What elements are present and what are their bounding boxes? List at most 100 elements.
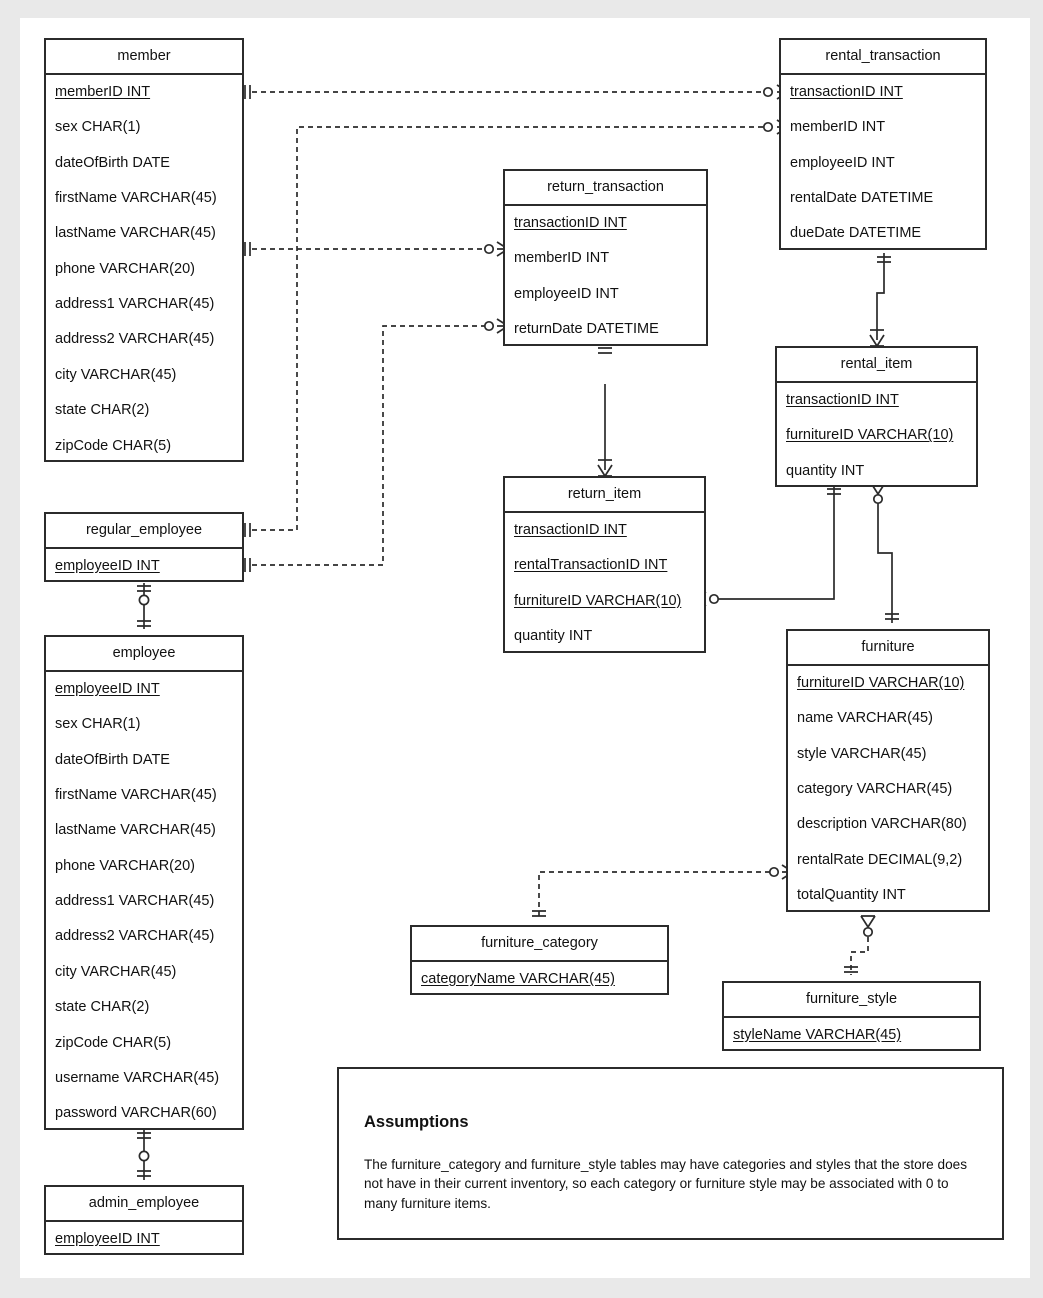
attribute-label: styleName VARCHAR(45) [733,1026,902,1043]
attribute-label: rentalRate DECIMAL(9,2) [797,851,963,868]
attribute-row: firstName VARCHAR(45) [46,778,242,813]
attribute-row: dateOfBirth DATE [46,743,242,778]
entity-title-furniture_category: furniture_category [412,927,667,962]
entity-admin_employee[interactable]: admin_employee employeeID INT [44,1185,244,1256]
attribute-label: zipCode CHAR(5) [55,437,172,454]
attribute-label: category VARCHAR(45) [797,780,953,797]
attribute-row: state CHAR(2) [46,991,242,1026]
attribute-row: furnitureID VARCHAR(10) [505,584,704,619]
attribute-row: address1 VARCHAR(45) [46,287,242,322]
entity-member[interactable]: member memberID INT sex CHAR(1) dateOfBirth… [44,38,244,463]
attribute-row: furnitureID VARCHAR(10) [788,666,988,701]
entity-title-furniture_style: furniture_style [724,983,979,1018]
attribute-label: phone VARCHAR(20) [55,260,195,277]
attribute-row: employeeID INT [781,146,985,181]
attribute-label: categoryName VARCHAR(45) [421,970,615,987]
attribute-row: zipCode CHAR(5) [46,1026,242,1061]
entity-regular_employee[interactable]: regular_employee employeeID INT [44,512,244,584]
attribute-label: state CHAR(2) [55,999,150,1016]
attribute-row: employeeID INT [46,549,242,584]
attribute-label: memberID INT [514,250,610,267]
entity-title-furniture: furniture [788,631,988,666]
entity-furniture_category[interactable]: furniture_category categoryName VARCHAR(4… [410,925,669,996]
assumptions-box: Assumptions The furniture_category and f… [337,1067,1004,1240]
attribute-row: returnDate DATETIME [505,312,706,347]
entity-furniture[interactable]: furniture furnitureID VARCHAR(10) name VAR… [786,629,990,912]
attribute-label: employeeID INT [55,1230,160,1247]
attribute-row: address2 VARCHAR(45) [46,920,242,955]
entity-title-regular_employee: regular_employee [46,514,242,549]
attribute-label: employeeID INT [55,557,160,574]
attribute-label: name VARCHAR(45) [797,710,933,727]
entity-furniture_style[interactable]: furniture_style styleName VARCHAR(45) [722,981,981,1053]
attribute-label: furnitureID VARCHAR(10) [514,592,682,609]
assumptions-body: The furniture_category and furniture_sty… [364,1157,967,1211]
attribute-row: totalQuantity INT [788,878,988,913]
attribute-label: address2 VARCHAR(45) [55,928,215,945]
attribute-row: state CHAR(2) [46,394,242,429]
attribute-label: sex CHAR(1) [55,716,141,733]
attribute-row: category VARCHAR(45) [788,772,988,807]
attribute-label: lastName VARCHAR(45) [55,822,216,839]
diagram-page: member memberID INT sex CHAR(1) dateOfBirth… [0,0,1043,1298]
attribute-row: firstName VARCHAR(45) [46,181,242,216]
attribute-label: address1 VARCHAR(45) [55,296,215,313]
entity-title-rental_transaction: rental_transaction [781,40,985,75]
entity-rental_transaction[interactable]: rental_transaction transactionID INT membe… [779,38,987,250]
attribute-row: lastName VARCHAR(45) [46,217,242,252]
attribute-label: state CHAR(2) [55,402,150,419]
attribute-row: employeeID INT [46,672,242,707]
attribute-row: style VARCHAR(45) [788,737,988,772]
attribute-label: firstName VARCHAR(45) [55,189,217,206]
attribute-row: password VARCHAR(60) [46,1097,242,1132]
attribute-label: furnitureID VARCHAR(10) [786,427,954,444]
attribute-label: description VARCHAR(80) [797,816,967,833]
attribute-label: zipCode CHAR(5) [55,1034,172,1051]
attribute-label: address1 VARCHAR(45) [55,893,215,910]
entity-title-member: member [46,40,242,75]
attribute-row: rentalRate DECIMAL(9,2) [788,843,988,878]
attribute-row: transactionID INT [505,206,706,241]
entity-return_item[interactable]: return_item transactionID INT rentalTransa… [503,476,706,653]
attribute-row: city VARCHAR(45) [46,358,242,393]
entity-title-employee: employee [46,637,242,672]
attribute-label: sex CHAR(1) [55,119,141,136]
attribute-row: quantity INT [777,454,976,489]
entity-title-return_item: return_item [505,478,704,513]
attribute-row: sex CHAR(1) [46,707,242,742]
attribute-label: rentalDate DATETIME [790,189,934,206]
attribute-row: memberID INT [505,241,706,276]
attribute-label: city VARCHAR(45) [55,963,177,980]
attribute-label: dateOfBirth DATE [55,154,170,171]
attribute-label: furnitureID VARCHAR(10) [797,674,965,691]
attribute-label: style VARCHAR(45) [797,745,927,762]
attribute-label: employeeID INT [790,154,895,171]
attribute-row: description VARCHAR(80) [788,808,988,843]
attribute-label: quantity INT [786,462,865,479]
assumptions-title: Assumptions [364,1113,469,1131]
attribute-row: transactionID INT [777,383,976,418]
attribute-label: transactionID INT [786,391,899,408]
attribute-row: styleName VARCHAR(45) [724,1018,979,1053]
attribute-label: username VARCHAR(45) [55,1070,220,1087]
attribute-label: employeeID INT [514,285,619,302]
attribute-label: lastName VARCHAR(45) [55,225,216,242]
attribute-label: transactionID INT [790,83,903,100]
attribute-label: firstName VARCHAR(45) [55,786,217,803]
attribute-label: transactionID INT [514,214,627,231]
attribute-row: rentalDate DATETIME [781,181,985,216]
entity-rental_item[interactable]: rental_item transactionID INT furnitureID … [775,346,978,489]
attribute-row: city VARCHAR(45) [46,955,242,990]
entity-employee[interactable]: employee employeeID INT sex CHAR(1) dateOfB… [44,635,244,1132]
attribute-label: totalQuantity INT [797,887,906,904]
attribute-row: rentalTransactionID INT [505,548,704,583]
attribute-label: address2 VARCHAR(45) [55,331,215,348]
entity-return_transaction[interactable]: return_transaction transactionID INT membe… [503,169,708,346]
attribute-label: rentalTransactionID INT [514,557,668,574]
attribute-label: memberID INT [55,83,151,100]
attribute-label: dueDate DATETIME [790,225,922,242]
entity-title-return_transaction: return_transaction [505,171,706,206]
attribute-row: transactionID INT [505,513,704,548]
attribute-row: transactionID INT [781,75,985,110]
attribute-row: quantity INT [505,619,704,654]
